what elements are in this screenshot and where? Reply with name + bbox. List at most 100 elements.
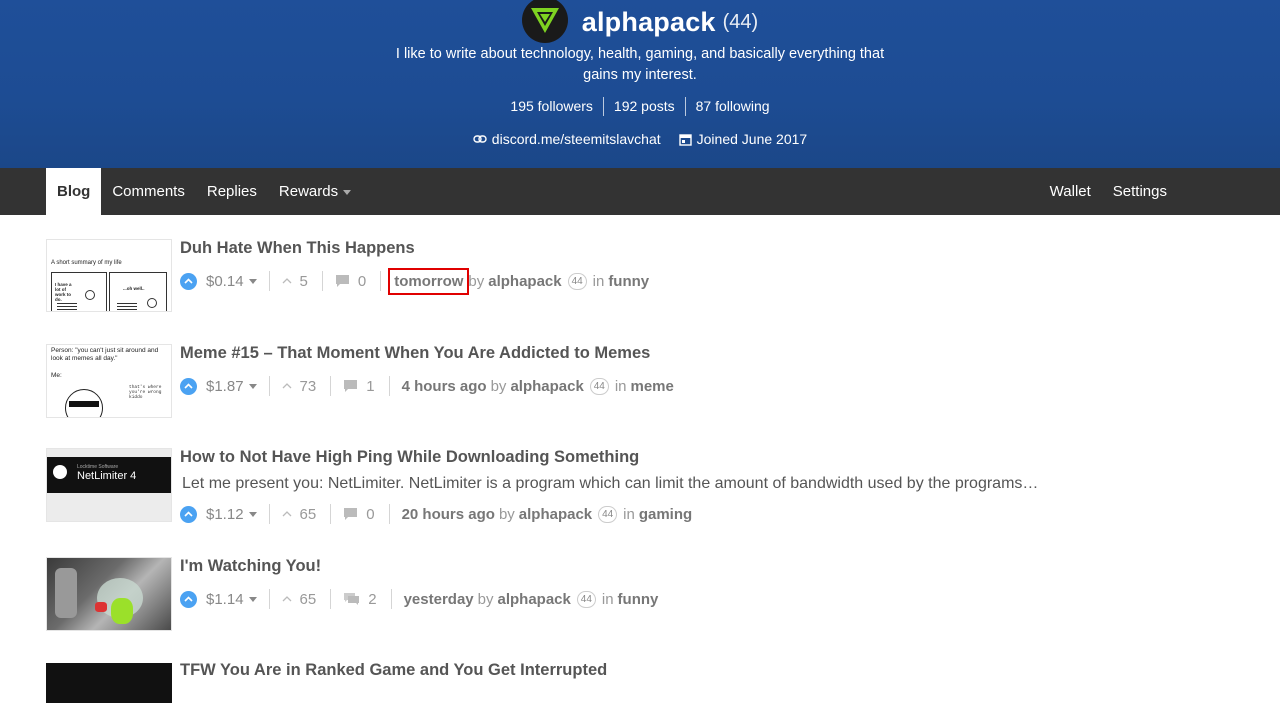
in-label: in: [601, 590, 614, 608]
alphapack-logo-icon: [530, 8, 559, 33]
tab-rewards[interactable]: Rewards: [268, 168, 362, 215]
in-label: in: [623, 505, 635, 523]
author-link[interactable]: alphapack: [488, 273, 561, 290]
post-timestamp[interactable]: tomorrow: [388, 267, 470, 295]
comments-count[interactable]: 0: [335, 273, 366, 290]
website-url[interactable]: discord.me/steemitslavchat: [492, 131, 661, 147]
following-link[interactable]: 87 following: [686, 97, 780, 116]
votes-count[interactable]: 65: [282, 590, 317, 608]
author-link[interactable]: alphapack: [519, 506, 592, 523]
payout-dropdown-icon[interactable]: [248, 383, 257, 389]
in-label: in: [592, 272, 605, 290]
comments-value: 2: [368, 590, 377, 608]
category-link[interactable]: funny: [608, 273, 649, 290]
post-title[interactable]: Meme #15 – That Moment When You Are Addi…: [180, 344, 650, 363]
upvote-button[interactable]: [180, 272, 197, 290]
post-title[interactable]: Duh Hate When This Happens: [180, 239, 415, 258]
votes-value: 5: [299, 272, 308, 290]
votes-value: 65: [299, 505, 317, 523]
votes-value: 73: [299, 377, 317, 395]
chevron-down-icon: [343, 189, 352, 195]
author-reputation: 44: [598, 505, 618, 523]
by-label: by: [477, 590, 494, 608]
author-reputation: 44: [567, 272, 587, 290]
post-thumbnail[interactable]: A short summary of my life I have a lot …: [46, 239, 172, 312]
tab-blog[interactable]: Blog: [46, 168, 102, 215]
joined-label: Joined June 2017: [696, 131, 808, 147]
post-footer: $1.12 65 0 20 hours ago by alphapack 44 …: [180, 504, 692, 524]
thumb-caption: A short summary of my life: [51, 260, 122, 266]
tab-wallet[interactable]: Wallet: [1039, 168, 1102, 215]
comments-value: 0: [357, 272, 367, 290]
post-timestamp[interactable]: 4 hours ago: [402, 378, 487, 395]
profile-stats: 195 followers 192 posts 87 following: [0, 97, 1280, 116]
thumb-text: that's where you're wrong kiddo: [129, 385, 162, 400]
profile-header: alphapack (44) I like to write about tec…: [0, 0, 1280, 168]
comments-icon: [344, 593, 360, 605]
followers-link[interactable]: 195 followers: [500, 97, 604, 116]
post-thumbnail[interactable]: [46, 557, 172, 631]
category-link[interactable]: funny: [618, 591, 659, 608]
payout-value[interactable]: $1.12: [206, 506, 244, 523]
payout-value[interactable]: $0.14: [206, 273, 244, 290]
chevron-up-icon: [184, 596, 193, 602]
category-link[interactable]: gaming: [639, 506, 692, 523]
payout-value[interactable]: $1.87: [206, 378, 244, 395]
payout-dropdown-icon[interactable]: [248, 511, 257, 517]
author-link[interactable]: alphapack: [497, 591, 570, 608]
post-thumbnail[interactable]: Person: "you can't just sit around and l…: [46, 344, 172, 418]
reputation-score: (44): [722, 10, 759, 33]
comment-icon: [344, 380, 358, 392]
tab-replies[interactable]: Replies: [196, 168, 268, 215]
profile-meta: discord.me/steemitslavchat Joined June 2…: [0, 131, 1280, 147]
comments-count[interactable]: 0: [343, 506, 375, 523]
upvote-button[interactable]: [180, 590, 197, 608]
comment-icon: [335, 275, 349, 287]
chevron-up-icon: [184, 511, 193, 517]
votes-count[interactable]: 65: [282, 505, 317, 523]
post-title[interactable]: I'm Watching You!: [180, 557, 321, 576]
chevron-up-icon: [184, 278, 193, 284]
website-link[interactable]: discord.me/steemitslavchat: [473, 131, 661, 147]
payout-dropdown-icon[interactable]: [248, 596, 257, 602]
post-thumbnail[interactable]: Locktime Software NetLimiter 4: [46, 448, 172, 522]
votes-value: 65: [299, 590, 317, 608]
comments-count[interactable]: 1: [343, 377, 375, 395]
username: alphapack: [581, 6, 716, 37]
author-link[interactable]: alphapack: [510, 378, 583, 395]
thumb-caption: Person: "you can't just sit around and l…: [51, 347, 159, 362]
posts-count: 192 posts: [604, 97, 686, 116]
thumb-text: I have a lot of work to do.: [55, 282, 72, 302]
post-footer: $0.14 5 0 tomorrow by alphapack 44 in fu…: [180, 267, 649, 295]
thumb-text: ...oh well..: [123, 286, 145, 291]
tab-settings[interactable]: Settings: [1102, 168, 1178, 215]
post-title[interactable]: How to Not Have High Ping While Download…: [180, 448, 639, 467]
post-footer: $1.14 65 2 yesterday by alphapack 44 in …: [180, 589, 658, 609]
avatar[interactable]: [521, 0, 568, 43]
by-label: by: [490, 377, 507, 395]
by-label: by: [498, 505, 515, 523]
upvote-button[interactable]: [180, 505, 197, 523]
upvote-button[interactable]: [180, 377, 197, 395]
post-timestamp[interactable]: 20 hours ago: [402, 506, 495, 523]
post-timestamp[interactable]: yesterday: [404, 591, 474, 608]
post-title[interactable]: TFW You Are in Ranked Game and You Get I…: [180, 661, 607, 680]
tab-comments[interactable]: Comments: [101, 168, 196, 215]
votes-count[interactable]: 5: [282, 273, 308, 290]
chevron-up-icon: [282, 383, 292, 389]
payout-dropdown-icon[interactable]: [248, 278, 257, 284]
category-link[interactable]: meme: [631, 378, 674, 395]
comments-count[interactable]: 2: [343, 590, 377, 608]
comment-icon: [344, 508, 358, 520]
chevron-up-icon: [282, 596, 292, 602]
post-thumbnail[interactable]: [46, 663, 172, 703]
comments-value: 1: [366, 377, 375, 395]
payout-value[interactable]: $1.14: [206, 591, 244, 608]
author-reputation: 44: [589, 377, 609, 395]
joined-date: Joined June 2017: [678, 131, 808, 147]
chevron-up-icon: [184, 383, 193, 389]
post-summary[interactable]: Let me present you: NetLimiter. NetLimit…: [182, 475, 1038, 493]
by-label: by: [468, 272, 485, 290]
chevron-up-icon: [282, 511, 292, 517]
votes-count[interactable]: 73: [282, 377, 317, 395]
